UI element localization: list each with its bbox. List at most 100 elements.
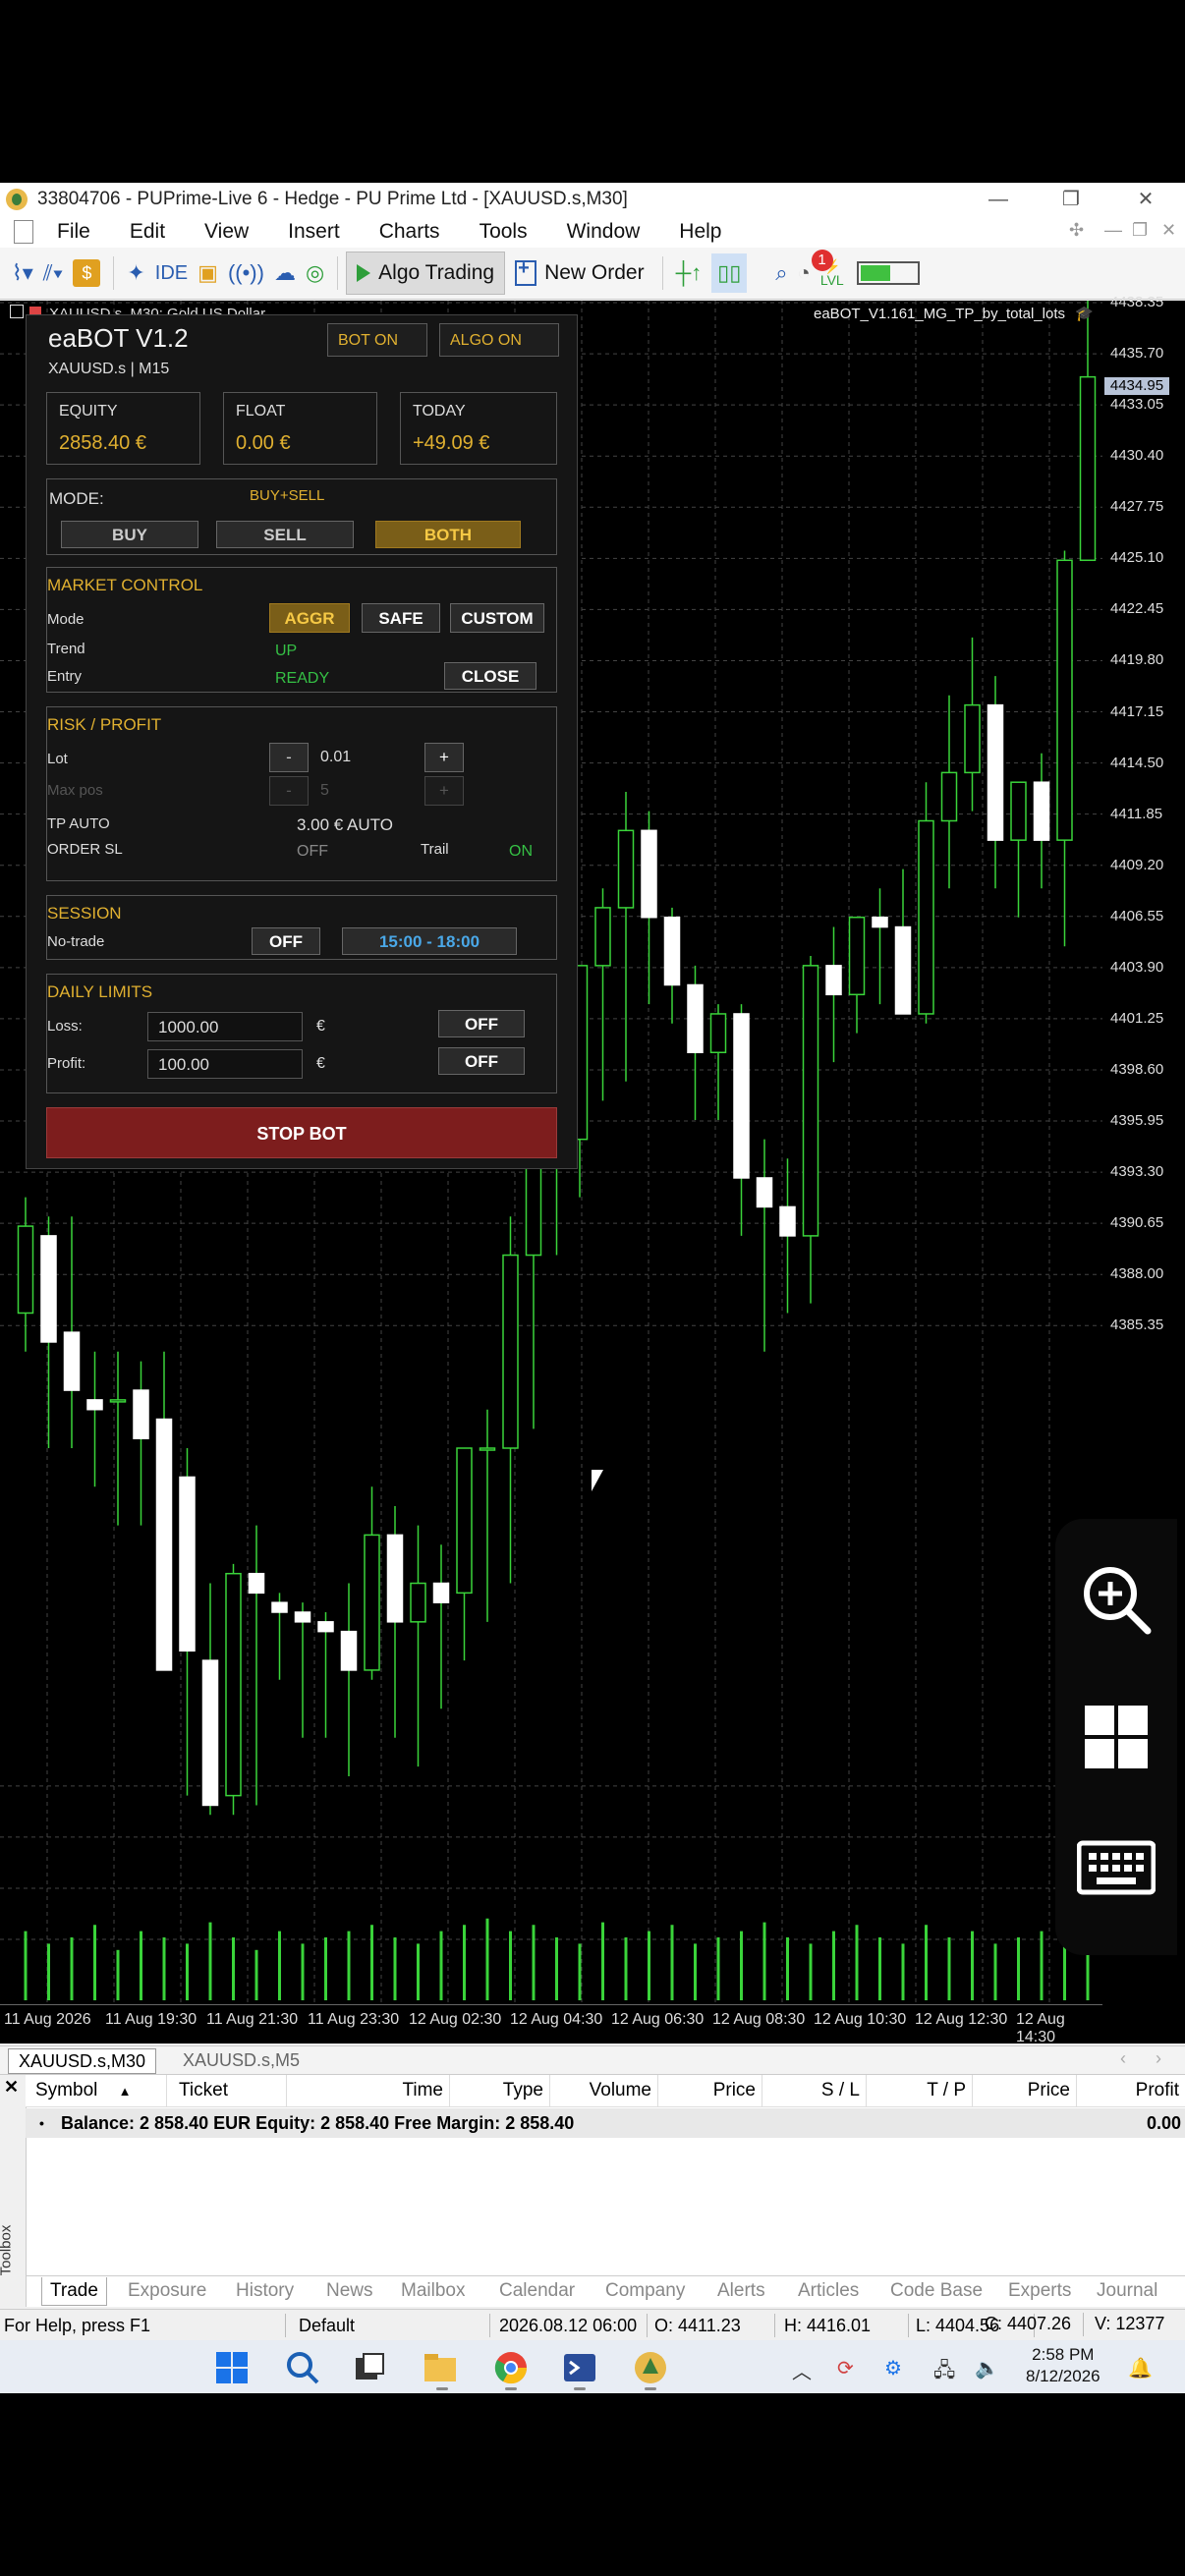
- price-chart[interactable]: XAUUSD.s, M30: Gold US Dollar eaBOT_V1.1…: [0, 294, 1185, 2045]
- candle-body[interactable]: [179, 1476, 196, 1652]
- candle-body[interactable]: [709, 1013, 727, 1054]
- show-hidden-icons-icon[interactable]: ︿: [792, 2356, 812, 2384]
- depth-of-market-icon[interactable]: ┼↑: [676, 253, 703, 293]
- tab-exposure[interactable]: Exposure: [120, 2277, 214, 2305]
- candle-body[interactable]: [317, 1621, 334, 1633]
- chrome-icon[interactable]: [493, 2350, 529, 2385]
- menu-window[interactable]: Window: [547, 220, 660, 244]
- status-profile[interactable]: Default: [299, 2310, 355, 2341]
- candle-body[interactable]: [1033, 781, 1050, 841]
- notification-bell-icon[interactable]: 🔔: [1128, 2356, 1153, 2380]
- signal-icon[interactable]: ((•)): [228, 253, 264, 293]
- volume-icon[interactable]: 🔈: [975, 2356, 999, 2380]
- notifications-icon[interactable]: ◔ 1: [798, 250, 833, 293]
- no-trade-toggle[interactable]: OFF: [252, 927, 320, 955]
- tab-news[interactable]: News: [318, 2277, 381, 2305]
- candle-body[interactable]: [1079, 375, 1097, 562]
- candle-body[interactable]: [201, 1659, 219, 1807]
- candle-body[interactable]: [1010, 781, 1027, 841]
- one-click-trading-icon[interactable]: ▯▯: [711, 253, 748, 293]
- candle-body[interactable]: [872, 916, 888, 928]
- network-icon[interactable]: 🖧: [933, 2356, 955, 2389]
- menu-help[interactable]: Help: [659, 220, 741, 244]
- app-tray-icon[interactable]: ⚙: [884, 2356, 902, 2380]
- profit-toggle[interactable]: OFF: [438, 1047, 525, 1075]
- candle-body[interactable]: [641, 829, 657, 919]
- maxpos-increase-button[interactable]: +: [424, 776, 464, 806]
- line-chart-icon[interactable]: ⌇▾: [12, 253, 33, 293]
- bot-on-button[interactable]: BOT ON: [327, 323, 427, 357]
- candle-body[interactable]: [987, 703, 1004, 841]
- candle-body[interactable]: [940, 771, 958, 822]
- tab-journal[interactable]: Journal: [1089, 2277, 1165, 2305]
- close-positions-button[interactable]: CLOSE: [444, 662, 536, 690]
- tab-alerts[interactable]: Alerts: [709, 2277, 773, 2305]
- lot-increase-button[interactable]: +: [424, 743, 464, 772]
- new-order-button[interactable]: New Order: [505, 252, 654, 294]
- menu-view[interactable]: View: [185, 220, 268, 244]
- candle-body[interactable]: [502, 1254, 519, 1449]
- chart-tab-m30[interactable]: XAUUSD.s,M30: [8, 2048, 157, 2074]
- mdi-pin-icon[interactable]: ✣: [1069, 220, 1084, 241]
- candle-body[interactable]: [364, 1534, 380, 1671]
- candle-body[interactable]: [479, 1447, 496, 1451]
- candle-body[interactable]: [779, 1205, 796, 1237]
- globe-icon[interactable]: ◎: [306, 253, 324, 293]
- aggr-button[interactable]: AGGR: [269, 603, 350, 633]
- ide-button[interactable]: IDE: [155, 253, 188, 293]
- time-axis[interactable]: 11 Aug 2026 11 Aug 19:30 11 Aug 21:30 11 Au…: [0, 2004, 1102, 2045]
- candle-body[interactable]: [340, 1630, 358, 1671]
- candle-body[interactable]: [918, 819, 934, 1015]
- windows-grid-icon[interactable]: [1077, 1698, 1156, 1776]
- col-volume[interactable]: Volume: [550, 2075, 658, 2106]
- profit-input[interactable]: 100.00: [147, 1049, 303, 1079]
- session-time-range[interactable]: 15:00 - 18:00: [342, 927, 517, 955]
- tab-code-base[interactable]: Code Base: [882, 2277, 990, 2305]
- mode-buy-button[interactable]: BUY: [61, 521, 198, 548]
- candle-body[interactable]: [17, 1225, 34, 1315]
- balance-row[interactable]: • Balance: 2 858.40 EUR Equity: 2 858.40…: [26, 2108, 1185, 2138]
- lot-decrease-button[interactable]: -: [269, 743, 309, 772]
- cloud-icon[interactable]: ☁: [274, 253, 296, 293]
- col-profit[interactable]: Profit: [1077, 2075, 1185, 2106]
- candle-body[interactable]: [155, 1418, 173, 1671]
- mdi-minimize-icon[interactable]: —: [1104, 220, 1122, 241]
- menu-insert[interactable]: Insert: [268, 220, 360, 244]
- candle-body[interactable]: [964, 703, 981, 774]
- safe-button[interactable]: SAFE: [362, 603, 440, 633]
- indicators-icon[interactable]: ⫽▾: [43, 253, 64, 293]
- candle-body[interactable]: [1056, 559, 1073, 841]
- trail-value[interactable]: ON: [509, 843, 533, 861]
- toolbox-close-icon[interactable]: ✕: [4, 2077, 19, 2098]
- mode-both-button[interactable]: BOTH: [375, 521, 521, 548]
- tab-calendar[interactable]: Calendar: [491, 2277, 583, 2305]
- candle-body[interactable]: [40, 1235, 57, 1343]
- col-tp[interactable]: T / P: [867, 2075, 973, 2106]
- search-icon[interactable]: ⌕: [775, 253, 787, 293]
- col-time[interactable]: Time: [287, 2075, 450, 2106]
- candle-body[interactable]: [663, 916, 681, 986]
- menu-charts[interactable]: Charts: [360, 220, 460, 244]
- chart-tab-m5[interactable]: XAUUSD.s,M5: [173, 2048, 310, 2072]
- algo-on-button[interactable]: ALGO ON: [439, 323, 559, 357]
- tab-scroll-left-icon[interactable]: ‹: [1120, 2048, 1126, 2069]
- candle-body[interactable]: [294, 1611, 311, 1623]
- windows-start-icon[interactable]: [214, 2350, 250, 2385]
- candle-body[interactable]: [410, 1582, 426, 1623]
- candle-body[interactable]: [687, 983, 704, 1054]
- zoom-in-icon[interactable]: [1077, 1560, 1156, 1639]
- algo-trading-button[interactable]: Algo Trading: [346, 252, 506, 295]
- system-clock[interactable]: 2:58 PM 8/12/2026: [1026, 2344, 1100, 2387]
- candle-body[interactable]: [594, 907, 611, 967]
- dollar-icon[interactable]: $: [73, 259, 101, 287]
- stop-bot-button[interactable]: STOP BOT: [46, 1107, 557, 1158]
- candle-body[interactable]: [456, 1447, 473, 1595]
- maxpos-decrease-button[interactable]: -: [269, 776, 309, 806]
- tab-trade[interactable]: Trade: [41, 2277, 107, 2306]
- candle-body[interactable]: [825, 965, 842, 996]
- mdi-restore-icon[interactable]: ❐: [1132, 220, 1148, 241]
- candle-body[interactable]: [894, 925, 912, 1015]
- custom-button[interactable]: CUSTOM: [450, 603, 544, 633]
- sync-icon[interactable]: ⟳: [837, 2356, 854, 2380]
- candle-body[interactable]: [432, 1582, 450, 1603]
